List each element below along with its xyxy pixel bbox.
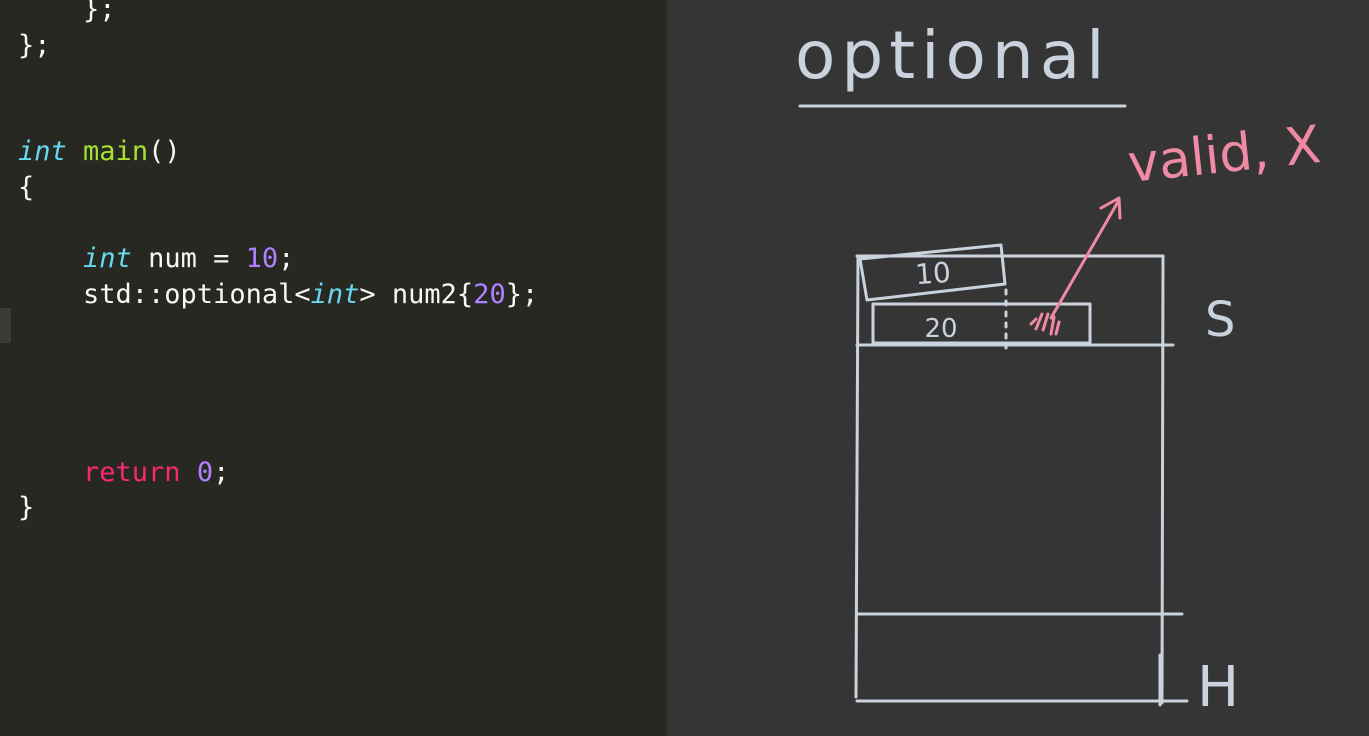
code-line[interactable]: return 0; <box>18 455 229 491</box>
code-line[interactable]: int main() <box>18 134 181 170</box>
num2-value-label: 20 <box>924 314 957 344</box>
code-token-type: int <box>18 136 67 168</box>
code-token-type: int <box>83 243 132 275</box>
code-line[interactable]: } <box>18 490 34 526</box>
num-value-label: 10 <box>914 256 952 291</box>
whiteboard-title: optional <box>795 17 1110 94</box>
code-line[interactable]: }; <box>18 28 51 64</box>
memory-diagram <box>854 254 1189 707</box>
memory-right-wall <box>1160 254 1165 705</box>
code-token-plain: }; <box>18 29 51 61</box>
validity-annotation: valid, X <box>1125 115 1323 195</box>
code-token-num: 10 <box>245 243 279 275</box>
code-token-type: int <box>310 278 360 310</box>
code-line[interactable]: }; <box>18 0 116 28</box>
whiteboard-drawing: optional 10 20 valid, X S H <box>795 17 1324 720</box>
current-line-gutter-marker <box>0 308 11 343</box>
whiteboard-pane: optional 10 20 valid, X S H <box>667 0 1369 736</box>
validity-arrow <box>1049 198 1121 320</box>
code-token-plain: ; <box>213 456 230 488</box>
stack-region-label: S <box>1205 292 1235 348</box>
code-token-plain: num = <box>131 243 246 275</box>
code-token-plain: }; <box>18 0 116 25</box>
code-line[interactable]: { <box>18 170 34 206</box>
code-line[interactable]: std::optional<int> num2{20}; <box>18 277 538 313</box>
code-token-func: main <box>83 136 149 168</box>
code-token-plain: () <box>148 136 181 168</box>
code-token-plain: { <box>18 172 35 203</box>
valid-flag-scribble <box>1029 312 1061 336</box>
code-token-plain: } <box>18 492 35 524</box>
code-token-num: 0 <box>196 456 214 488</box>
code-token-kw: return <box>83 456 181 488</box>
code-token-plain: ; <box>278 243 295 275</box>
code-token-plain: std::optional< <box>18 278 311 310</box>
code-line[interactable]: int num = 10; <box>18 241 294 277</box>
code-token-plain: }; <box>505 278 539 310</box>
code-editor-pane[interactable]: };}; int main(){ int num = 10; std::optio… <box>0 0 667 736</box>
memory-left-wall <box>854 254 860 699</box>
code-token-plain: > num2{ <box>359 278 474 310</box>
heap-region-label: H <box>1197 655 1239 720</box>
code-token-num: 20 <box>473 278 506 310</box>
